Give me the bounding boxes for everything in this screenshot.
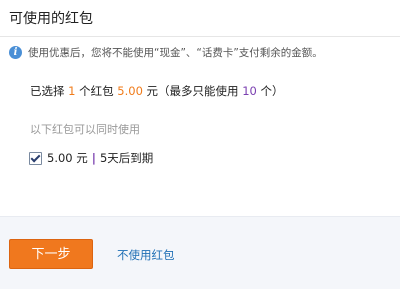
summary-prefix: 已选择 [30,84,69,98]
selected-amount: 5.00 [117,84,143,98]
dialog-title: 可使用的红包 [9,11,93,27]
header-divider [0,36,400,37]
selection-summary: 已选择 1 个红包 5.00 元（最多只能使用 10 个） [30,84,284,98]
combinable-hint: 以下红包可以同时使用 [30,123,140,136]
summary-count-suffix: 个红包 [75,84,118,98]
summary-amount-suffix: 元（最多只能使用 [142,84,243,98]
voucher-item[interactable]: 5.00 元 | 5天后到期 [29,150,153,166]
notice-text: 使用优惠后，您将不能使用“现金”、“话费卡”支付剩余的金额。 [28,46,323,59]
next-step-button[interactable]: 下一步 [9,239,93,269]
notice-bar: i 使用优惠后，您将不能使用“现金”、“话费卡”支付剩余的金额。 [9,44,399,60]
summary-max-suffix: 个） [256,84,284,98]
skip-voucher-link[interactable]: 不使用红包 [117,247,175,263]
dialog-footer: 下一步 不使用红包 [0,216,400,289]
voucher-checkbox[interactable] [29,151,42,165]
max-count: 10 [242,84,257,98]
dialog-header: 可使用的红包 [0,0,400,36]
voucher-separator: | [91,151,96,165]
voucher-expiry: 5天后到期 [99,151,154,165]
voucher-amount: 5.00 元 [47,151,88,165]
info-icon: i [9,45,22,59]
